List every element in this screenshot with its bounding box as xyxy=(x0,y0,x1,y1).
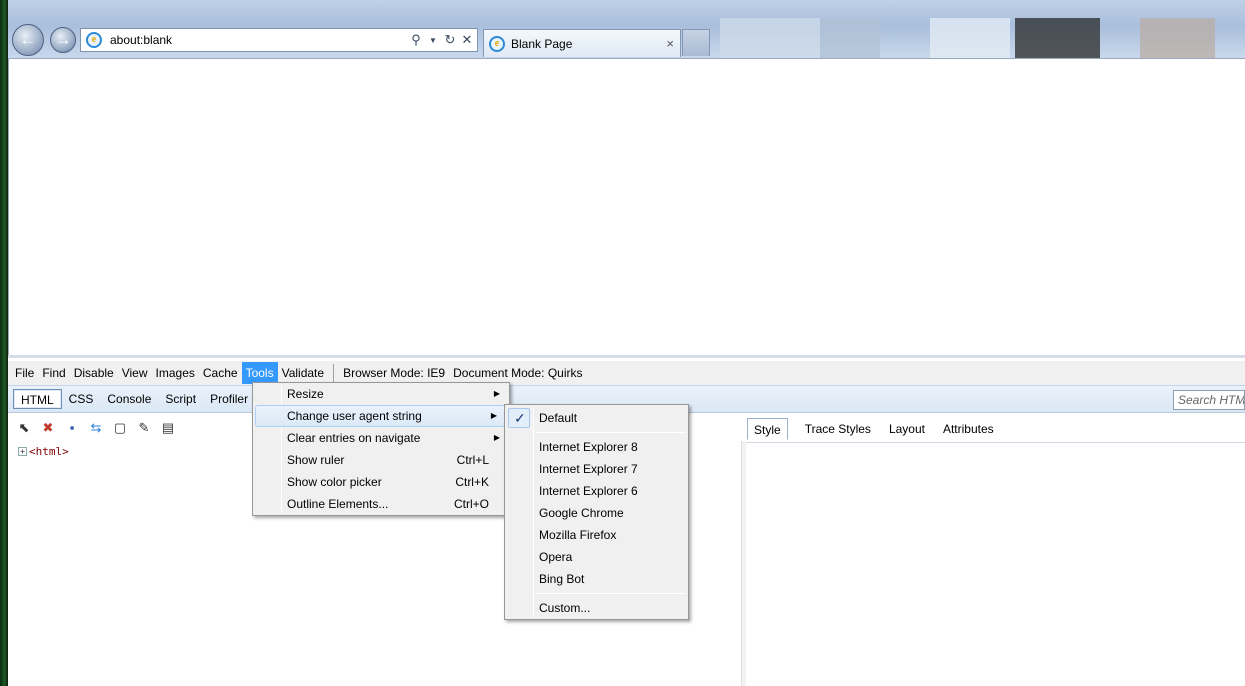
address-bar[interactable]: e about:blank ⚲ ▼ ↻ ✕ xyxy=(80,28,478,52)
save-icon[interactable]: ▪ xyxy=(64,420,80,436)
tab-title: Blank Page xyxy=(511,36,573,51)
menu-item-label: Change user agent string xyxy=(287,409,422,423)
tree-node-html[interactable]: <html> xyxy=(29,445,69,458)
menu-item-label: Google Chrome xyxy=(539,506,624,520)
menu-item-label: Resize xyxy=(287,387,324,401)
search-html-input[interactable]: Search HTML xyxy=(1173,390,1245,410)
menu-divider xyxy=(535,593,686,594)
background-blur xyxy=(820,18,880,58)
tab-layout[interactable]: Layout xyxy=(880,418,934,440)
ua-item-bing-bot[interactable]: Bing Bot xyxy=(505,568,688,590)
menu-divider xyxy=(535,432,686,433)
menu-file[interactable]: File xyxy=(11,362,38,384)
tools-dropdown-menu: Resize ▶ Change user agent string ▶ Clea… xyxy=(252,382,510,516)
menu-cache[interactable]: Cache xyxy=(199,362,242,384)
document-mode-menu[interactable]: Document Mode: Quirks xyxy=(449,366,586,380)
new-tab-button[interactable] xyxy=(682,29,710,56)
checkmark-icon: ✓ xyxy=(514,410,526,426)
ua-item-chrome[interactable]: Google Chrome xyxy=(505,502,688,524)
menu-tools[interactable]: Tools xyxy=(241,362,278,384)
submenu-arrow-icon: ▶ xyxy=(493,389,500,398)
menu-shortcut: Ctrl+L xyxy=(456,453,489,467)
menu-item-label: Clear entries on navigate xyxy=(287,431,421,445)
menu-item-label: Custom... xyxy=(539,601,591,615)
background-blur xyxy=(1015,18,1100,58)
submenu-arrow-icon: ▶ xyxy=(490,411,497,420)
stop-icon[interactable]: ✕ xyxy=(460,32,474,48)
submenu-arrow-icon: ▶ xyxy=(493,433,500,442)
menu-item-show-ruler[interactable]: Show ruler Ctrl+L xyxy=(253,449,509,471)
desktop-background-strip xyxy=(0,0,8,686)
menu-item-show-color-picker[interactable]: Show color picker Ctrl+K xyxy=(253,471,509,493)
background-blur xyxy=(1140,18,1215,58)
refresh-icon[interactable]: ↻ xyxy=(443,32,457,48)
address-text[interactable]: about:blank xyxy=(110,33,409,47)
style-tabbar: Style Trace Styles Layout Attributes xyxy=(746,415,1245,443)
word-wrap-icon[interactable]: ▤ xyxy=(160,420,176,436)
menu-item-label: Bing Bot xyxy=(539,572,585,586)
back-arrow-icon: ← xyxy=(19,30,37,49)
menu-item-label: Mozilla Firefox xyxy=(539,528,617,542)
ua-item-opera[interactable]: Opera xyxy=(505,546,688,568)
tab-attributes[interactable]: Attributes xyxy=(934,418,1003,440)
tab-html[interactable]: HTML xyxy=(13,389,62,409)
ua-item-ie7[interactable]: Internet Explorer 7 xyxy=(505,458,688,480)
background-blur xyxy=(930,18,1010,58)
menu-item-label: Outline Elements... xyxy=(287,497,389,511)
browser-mode-menu[interactable]: Browser Mode: IE9 xyxy=(339,366,449,380)
tab-trace-styles[interactable]: Trace Styles xyxy=(796,418,880,440)
ie-tab-icon: e xyxy=(489,35,505,52)
page-viewport[interactable] xyxy=(8,58,1245,355)
menu-item-label: Default xyxy=(539,411,578,425)
browser-chrome: ← → e about:blank ⚲ ▼ ↻ ✕ e Blank Page × xyxy=(0,0,1245,58)
menu-item-label: Show color picker xyxy=(287,475,382,489)
menu-item-clear-entries[interactable]: Clear entries on navigate ▶ xyxy=(253,427,509,449)
menu-item-label: Internet Explorer 6 xyxy=(539,484,638,498)
menu-item-label: Internet Explorer 8 xyxy=(539,440,638,454)
menu-validate[interactable]: Validate xyxy=(278,362,328,384)
tab-style[interactable]: Style xyxy=(747,417,788,440)
tab-script[interactable]: Script xyxy=(158,389,203,409)
menu-view[interactable]: View xyxy=(118,362,152,384)
menu-separator xyxy=(333,364,335,382)
close-icon[interactable]: × xyxy=(666,36,674,51)
ua-item-ie6[interactable]: Internet Explorer 6 xyxy=(505,480,688,502)
pane-splitter[interactable] xyxy=(741,441,746,686)
expand-icon[interactable]: + xyxy=(18,447,27,456)
menu-item-label: Show ruler xyxy=(287,453,345,467)
menu-disable[interactable]: Disable xyxy=(70,362,118,384)
menu-shortcut: Ctrl+K xyxy=(455,475,489,489)
select-element-icon[interactable]: ⬉ xyxy=(16,420,32,436)
devtools-menubar: File Find Disable View Images Cache Tool… xyxy=(8,361,1245,385)
ua-item-firefox[interactable]: Mozilla Firefox xyxy=(505,524,688,546)
menu-shortcut: Ctrl+O xyxy=(453,497,489,511)
menu-item-label: Opera xyxy=(539,550,573,564)
tab-console[interactable]: Console xyxy=(100,389,158,409)
tab-profiler[interactable]: Profiler xyxy=(203,389,255,409)
ua-item-default[interactable]: ✓ Default xyxy=(505,407,688,429)
menu-item-label: Internet Explorer 7 xyxy=(539,462,638,476)
background-blur xyxy=(720,18,820,58)
clear-outlines-icon[interactable]: ✖ xyxy=(40,420,56,436)
search-icon[interactable]: ⚲ xyxy=(409,32,423,48)
forward-button[interactable]: → xyxy=(50,27,76,53)
menu-find[interactable]: Find xyxy=(38,362,69,384)
forward-arrow-icon: → xyxy=(54,30,72,49)
edit-icon[interactable]: ✎ xyxy=(136,420,152,436)
dropdown-icon[interactable]: ▼ xyxy=(426,36,440,45)
tab-css[interactable]: CSS xyxy=(62,389,101,409)
menu-images[interactable]: Images xyxy=(152,362,199,384)
menu-item-change-user-agent[interactable]: Change user agent string ▶ xyxy=(255,405,507,427)
menu-item-outline-elements[interactable]: Outline Elements... Ctrl+O xyxy=(253,493,509,515)
back-button[interactable]: ← xyxy=(12,24,44,56)
refresh-dom-icon[interactable]: ⇆ xyxy=(88,420,104,436)
dom-tree: + <html> xyxy=(18,445,69,458)
menu-item-resize[interactable]: Resize ▶ xyxy=(253,383,509,405)
user-agent-submenu: ✓ Default Internet Explorer 8 Internet E… xyxy=(504,404,689,620)
tab-blank-page[interactable]: e Blank Page × xyxy=(483,29,681,57)
ie-page-icon: e xyxy=(86,32,102,48)
element-source-icon[interactable]: ▢ xyxy=(112,420,128,436)
ua-item-custom[interactable]: Custom... xyxy=(505,597,688,619)
ua-item-ie8[interactable]: Internet Explorer 8 xyxy=(505,436,688,458)
